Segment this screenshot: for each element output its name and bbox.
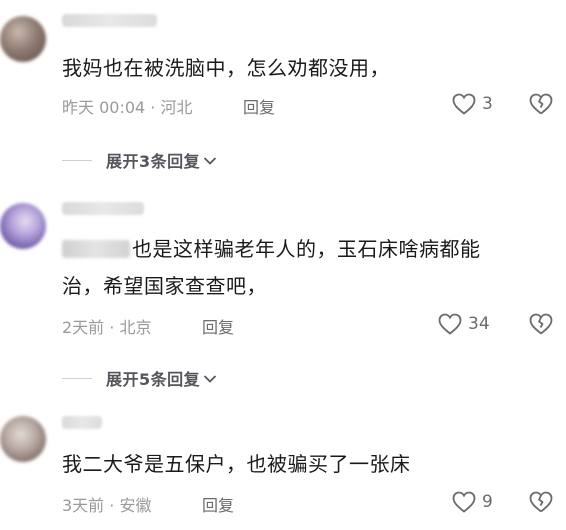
heart-icon [438, 313, 462, 335]
comment-time: 昨天 00:04 [62, 98, 146, 117]
meta-separator: · [109, 496, 115, 515]
comment-time: 3天前 [62, 496, 105, 515]
expand-replies[interactable]: 展开5条回复 [62, 366, 217, 390]
expand-replies[interactable]: 展开3条回复 [62, 148, 217, 172]
expand-replies-link[interactable]: 展开3条回复 [106, 148, 200, 172]
comment-2: 也是这样骗老年人的，玉石床啥病都能 治，希望国家查查吧， 2天前 · 北京 回复… [0, 180, 566, 390]
broken-heart-icon[interactable] [529, 313, 553, 335]
heart-icon [452, 491, 476, 513]
like-button[interactable]: 9 [452, 491, 493, 513]
comment-meta: 3天前 · 安徽 [62, 492, 151, 516]
divider-line [62, 377, 92, 379]
reply-button[interactable]: 回复 [243, 94, 275, 118]
comment-text-line2: 治，希望国家查查吧， [62, 274, 267, 298]
reply-button[interactable]: 回复 [202, 314, 234, 338]
comment-meta: 昨天 00:04 · 河北 [62, 94, 193, 118]
comment-location: 安徽 [119, 496, 152, 515]
avatar[interactable] [0, 16, 46, 62]
meta-separator: · [109, 318, 115, 337]
like-count: 9 [482, 492, 493, 512]
divider-line [62, 159, 92, 161]
like-button[interactable]: 3 [452, 93, 493, 115]
comment-text: 我二大爷是五保户，也被骗买了一张床 [62, 452, 411, 476]
comment-meta: 2天前 · 北京 [62, 314, 151, 338]
like-count: 3 [482, 94, 493, 114]
heart-icon [452, 93, 476, 115]
username[interactable] [62, 14, 157, 27]
reply-button[interactable]: 回复 [202, 492, 234, 516]
comment-time: 2天前 [62, 318, 105, 337]
comment-location: 河北 [160, 98, 193, 117]
expand-replies-link[interactable]: 展开5条回复 [106, 366, 200, 390]
broken-heart-icon[interactable] [529, 491, 553, 513]
comment-1: 我妈也在被洗脑中，怎么劝都没用， 昨天 00:04 · 河北 回复 3 展开3条… [0, 0, 566, 180]
like-button[interactable]: 34 [438, 313, 490, 335]
chevron-down-icon [203, 151, 217, 170]
comment-3: 我二大爷是五保户，也被骗买了一张床 3天前 · 安徽 回复 9 [0, 390, 566, 530]
comment-text: 我妈也在被洗脑中，怎么劝都没用， [62, 56, 390, 80]
broken-heart-icon[interactable] [529, 93, 553, 115]
meta-separator: · [150, 98, 156, 117]
comment-text-line1: 也是这样骗老年人的，玉石床啥病都能 [132, 237, 481, 261]
mention-blurred[interactable] [62, 240, 130, 258]
avatar[interactable] [0, 203, 46, 249]
chevron-down-icon [203, 369, 217, 388]
comment-location: 北京 [119, 318, 152, 337]
avatar[interactable] [0, 416, 46, 462]
like-count: 34 [468, 314, 490, 334]
username[interactable] [62, 416, 102, 429]
comment-text: 也是这样骗老年人的，玉石床啥病都能 治，希望国家查查吧， [62, 231, 532, 305]
username[interactable] [62, 202, 144, 215]
